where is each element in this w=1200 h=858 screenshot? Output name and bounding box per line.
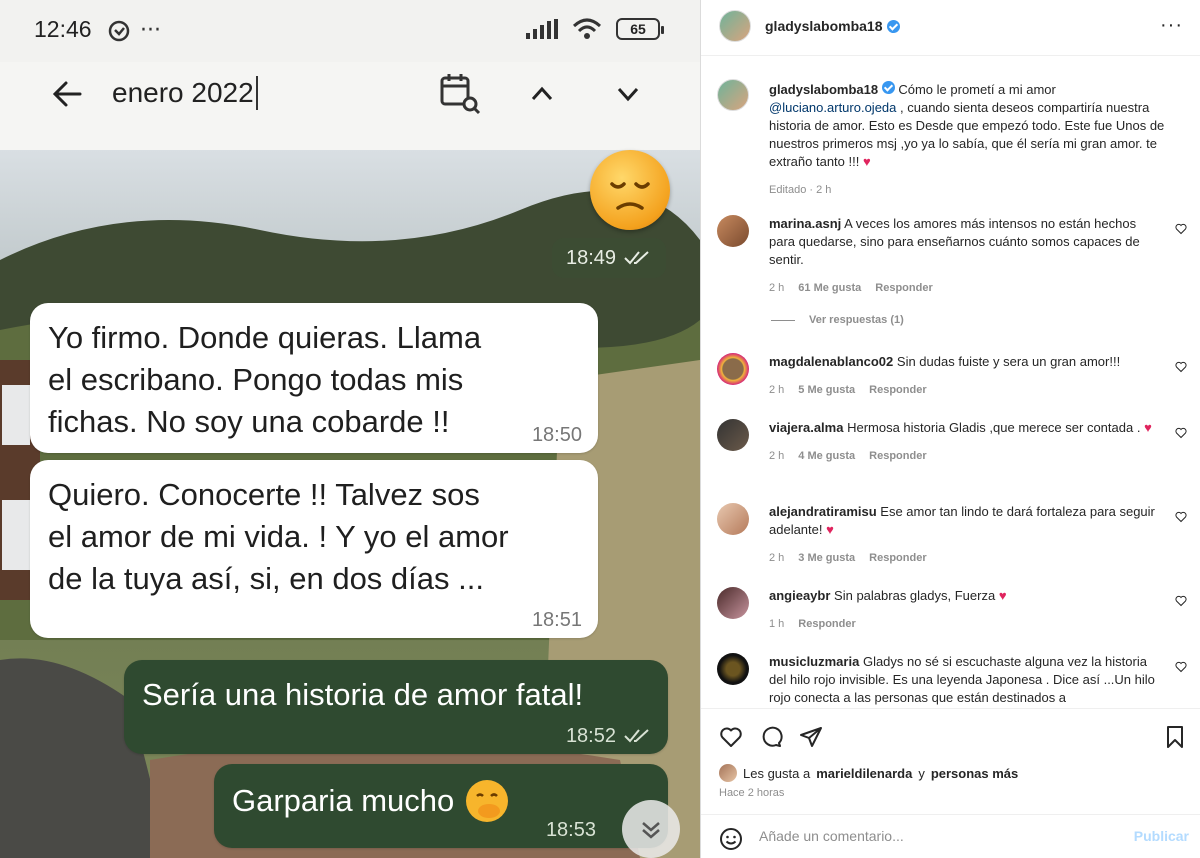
back-arrow-icon[interactable] bbox=[50, 76, 86, 112]
reply-button[interactable]: Responder bbox=[875, 279, 932, 297]
mention-link[interactable]: @luciano.arturo.ojeda bbox=[769, 100, 896, 115]
next-result-icon[interactable] bbox=[614, 80, 642, 108]
battery-indicator: 65 bbox=[616, 18, 664, 40]
reply-button[interactable]: Responder bbox=[798, 615, 855, 633]
message-time: 18:53 bbox=[545, 819, 596, 841]
instagram-post-panel: gladyslabomba18 ··· gladyslabomba18 Cómo… bbox=[700, 0, 1200, 858]
chat-screenshot: 12:46 ··· 65 enero 2022 18:49 Yo firmo. … bbox=[0, 0, 700, 858]
post-author-username[interactable]: gladyslabomba18 bbox=[765, 18, 883, 34]
like-comment-heart-icon[interactable] bbox=[1175, 595, 1187, 607]
hand-over-mouth-emoji-icon bbox=[466, 780, 509, 822]
message-bubble-incoming[interactable]: Yo firmo. Donde quieras. Llama el escrib… bbox=[30, 303, 598, 453]
reply-button[interactable]: Responder bbox=[869, 381, 926, 399]
verified-badge-icon bbox=[881, 81, 895, 94]
like-heart-icon[interactable] bbox=[719, 725, 743, 749]
comment-bubble-icon[interactable] bbox=[759, 725, 783, 749]
more-options-icon[interactable]: ··· bbox=[1160, 14, 1183, 37]
avatar[interactable] bbox=[717, 419, 749, 451]
calendar-search-icon[interactable] bbox=[438, 72, 482, 116]
caption-username[interactable]: gladyslabomba18 bbox=[769, 82, 878, 97]
heart-emoji-icon: ♥ bbox=[862, 154, 871, 169]
avatar bbox=[719, 764, 737, 782]
scroll-to-bottom-button[interactable] bbox=[622, 800, 680, 858]
heart-emoji-icon: ♥ bbox=[1144, 420, 1152, 435]
avatar[interactable] bbox=[717, 353, 749, 385]
reply-button[interactable]: Responder bbox=[869, 549, 926, 567]
status-time: 12:46 bbox=[34, 16, 92, 42]
comment-username[interactable]: angieaybr bbox=[769, 588, 830, 603]
avatar[interactable] bbox=[717, 503, 749, 535]
comment-username[interactable]: viajera.alma bbox=[769, 420, 843, 435]
like-comment-heart-icon[interactable] bbox=[1175, 223, 1187, 235]
sad-face-emoji-sticker bbox=[590, 150, 670, 230]
comment-username[interactable]: magdalenablanco02 bbox=[769, 354, 893, 369]
avatar[interactable] bbox=[717, 79, 749, 111]
comment-username[interactable]: alejandratiramisu bbox=[769, 504, 877, 519]
heart-emoji-icon: ♥ bbox=[826, 522, 834, 537]
post-actions-bar bbox=[701, 708, 1200, 764]
share-paper-plane-icon[interactable] bbox=[799, 725, 823, 749]
comment-likes[interactable]: 61 Me gusta bbox=[798, 279, 861, 297]
add-comment-input[interactable]: Añade un comentario... bbox=[759, 828, 904, 844]
reply-button[interactable]: Responder bbox=[869, 447, 926, 465]
chat-search-bar: enero 2022 bbox=[0, 62, 700, 150]
comment-likes[interactable]: 5 Me gusta bbox=[798, 381, 855, 399]
sad-face-icon bbox=[610, 182, 650, 210]
whatsapp-status-icon bbox=[108, 20, 130, 41]
message-bubble-incoming[interactable]: Quiero. Conocerte !! Talvez sos el amor … bbox=[30, 460, 598, 638]
message-time: 18:50 bbox=[531, 424, 582, 446]
post-header: gladyslabomba18 ··· bbox=[701, 0, 1200, 56]
signal-icon bbox=[526, 19, 558, 39]
message-bubble-outgoing[interactable]: Garparia mucho 18:53 bbox=[214, 764, 668, 848]
avatar[interactable] bbox=[717, 587, 749, 619]
previous-result-icon[interactable] bbox=[528, 80, 556, 108]
message-time: 18:52 bbox=[566, 726, 652, 746]
emoji-smile-icon[interactable] bbox=[719, 827, 743, 851]
double-check-icon bbox=[624, 729, 649, 743]
wifi-icon bbox=[572, 18, 602, 39]
likes-summary[interactable]: Les gusta a marieldilenarda y personas m… bbox=[719, 764, 1018, 782]
verified-badge-icon bbox=[886, 19, 900, 33]
emoji-message-time: 18:49 bbox=[552, 238, 666, 278]
avatar[interactable] bbox=[719, 10, 751, 42]
comment-text: Sin palabras gladys, Fuerza bbox=[834, 588, 996, 603]
search-input[interactable]: enero 2022 bbox=[112, 76, 258, 110]
comment-likes[interactable]: 3 Me gusta bbox=[798, 549, 855, 567]
like-comment-heart-icon[interactable] bbox=[1175, 427, 1187, 439]
double-chevron-down-icon bbox=[642, 822, 660, 839]
comment-text: Sin dudas fuiste y sera un gran amor!!! bbox=[896, 354, 1121, 369]
add-comment-bar: Añade un comentario... Publicar bbox=[701, 814, 1200, 858]
comments-scroll-area[interactable]: gladyslabomba18 Cómo le prometí a mi amo… bbox=[701, 57, 1200, 707]
publish-button[interactable]: Publicar bbox=[1134, 828, 1189, 844]
like-comment-heart-icon[interactable] bbox=[1175, 361, 1187, 373]
double-check-icon bbox=[624, 251, 649, 265]
message-time: 18:51 bbox=[531, 609, 582, 631]
more-notifications-icon: ··· bbox=[140, 18, 161, 43]
heart-emoji-icon: ♥ bbox=[998, 588, 1007, 603]
comment-username[interactable]: marina.asnj bbox=[769, 216, 841, 231]
save-bookmark-icon[interactable] bbox=[1165, 725, 1185, 749]
phone-status-bar: 12:46 ··· 65 bbox=[0, 0, 700, 62]
like-comment-heart-icon[interactable] bbox=[1175, 511, 1187, 523]
caption-edited-time: Editado · 2 h bbox=[769, 184, 832, 196]
message-bubble-outgoing[interactable]: Sería una historia de amor fatal! 18:52 bbox=[124, 660, 668, 754]
avatar[interactable] bbox=[717, 653, 749, 685]
comment-text: Hermosa historia Gladis ,que merece ser … bbox=[847, 420, 1141, 435]
comment-username[interactable]: musicluzmaria bbox=[769, 654, 859, 669]
post-time-ago: Hace 2 horas bbox=[719, 787, 785, 799]
like-comment-heart-icon[interactable] bbox=[1175, 661, 1187, 673]
avatar[interactable] bbox=[717, 215, 749, 247]
view-replies-button[interactable]: Ver respuestas (1) bbox=[771, 314, 904, 326]
comment-likes[interactable]: 4 Me gusta bbox=[798, 447, 855, 465]
